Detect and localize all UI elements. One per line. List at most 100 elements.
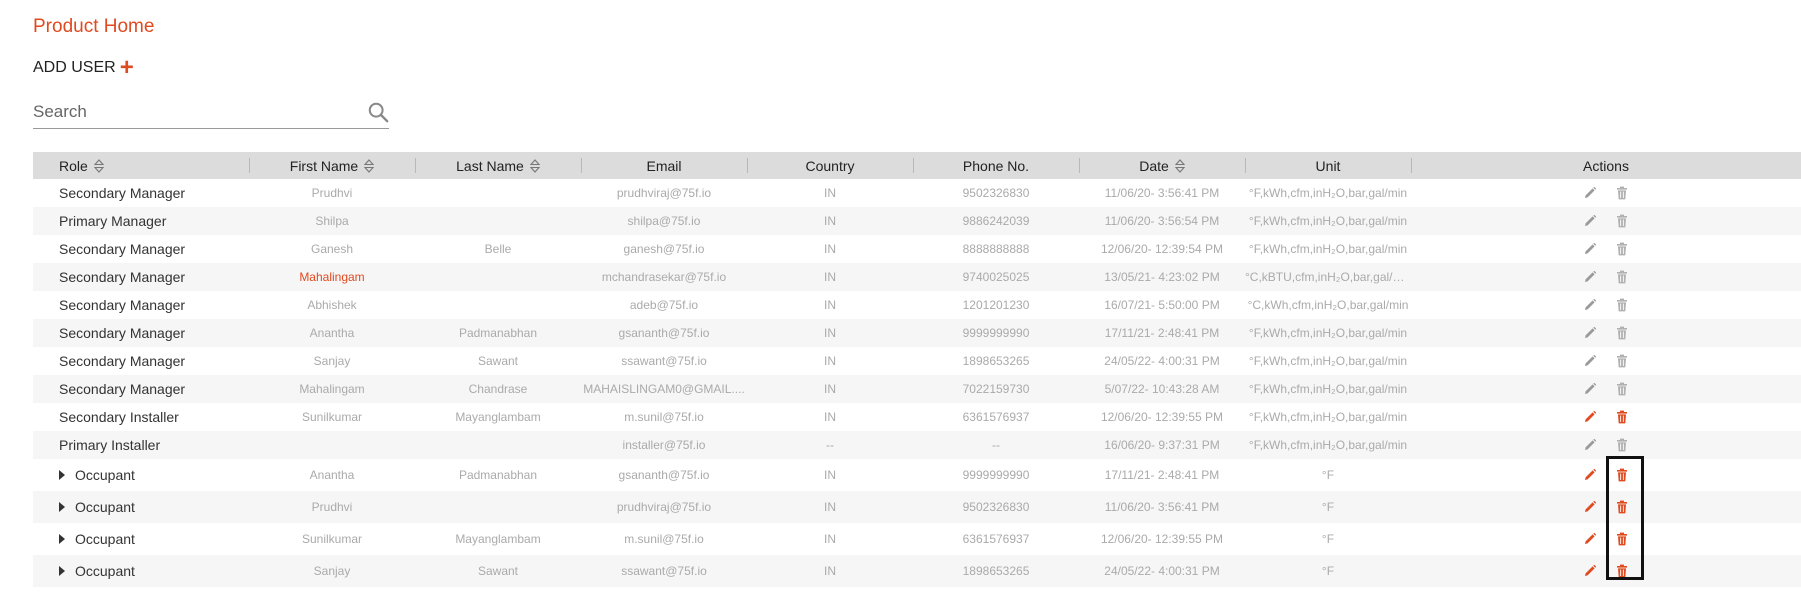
phone-cell: 9886242039 xyxy=(913,207,1079,235)
delete-icon[interactable] xyxy=(1615,326,1629,340)
row-actions xyxy=(1411,438,1801,452)
role-label: Secondary Manager xyxy=(59,325,186,341)
edit-icon[interactable] xyxy=(1583,354,1597,368)
plus-icon: + xyxy=(119,54,134,81)
expand-caret-icon[interactable] xyxy=(59,566,65,577)
role-label: Occupant xyxy=(75,467,135,483)
expand-caret-icon[interactable] xyxy=(59,534,65,545)
delete-icon[interactable] xyxy=(1615,500,1629,514)
role-label: Primary Manager xyxy=(59,213,167,229)
edit-icon[interactable] xyxy=(1583,468,1597,482)
unit-cell: °C,kBTU,cfm,inH₂O,bar,gal/m... xyxy=(1245,263,1411,291)
search-icon[interactable] xyxy=(367,101,389,123)
role-cell: Secondary Manager xyxy=(33,319,249,347)
sort-icon[interactable] xyxy=(364,158,375,173)
table-row[interactable]: Occupant Anantha Padmanabhan gsananth@75f.i… xyxy=(33,459,1801,491)
country-cell: IN xyxy=(747,207,913,235)
edit-icon[interactable] xyxy=(1583,500,1597,514)
first-name-cell: Sunilkumar xyxy=(301,410,363,424)
actions-cell xyxy=(1411,263,1801,291)
delete-icon[interactable] xyxy=(1615,214,1629,228)
row-actions xyxy=(1411,298,1801,312)
sort-icon[interactable] xyxy=(1174,158,1185,173)
edit-icon[interactable] xyxy=(1583,214,1597,228)
edit-icon[interactable] xyxy=(1583,382,1597,396)
email-cell: gsananth@75f.io xyxy=(581,319,747,347)
phone-cell: 9740025025 xyxy=(913,263,1079,291)
delete-icon[interactable] xyxy=(1615,186,1629,200)
sort-icon[interactable] xyxy=(529,158,540,173)
edit-icon[interactable] xyxy=(1583,270,1597,284)
last-name-cell xyxy=(415,179,581,207)
date-cell: 16/07/21- 5:50:00 PM xyxy=(1104,298,1220,312)
first-name-cell: Prudhvi xyxy=(311,186,353,200)
delete-icon[interactable] xyxy=(1615,410,1629,424)
role-cell: Primary Manager xyxy=(33,207,249,235)
role-cell: Occupant xyxy=(33,555,249,587)
sort-icon[interactable] xyxy=(93,158,104,173)
column-header-unit: Unit xyxy=(1245,152,1411,179)
role-cell: Occupant xyxy=(33,459,249,491)
edit-icon[interactable] xyxy=(1583,242,1597,256)
edit-icon[interactable] xyxy=(1583,326,1597,340)
unit-cell: °F xyxy=(1321,468,1335,482)
delete-icon[interactable] xyxy=(1615,532,1629,546)
column-header-first-name[interactable]: First Name xyxy=(249,152,415,179)
phone-cell: 1898653265 xyxy=(913,555,1079,587)
edit-icon[interactable] xyxy=(1583,532,1597,546)
first-name-cell xyxy=(249,431,415,459)
role-cell: Secondary Manager xyxy=(33,375,249,403)
edit-icon[interactable] xyxy=(1583,410,1597,424)
column-header-role[interactable]: Role xyxy=(33,152,249,179)
first-name-cell: Mahalingam xyxy=(249,375,415,403)
table-row: Primary Installer installer@75f.io -- -- 16/… xyxy=(33,431,1801,459)
delete-icon[interactable] xyxy=(1615,564,1629,578)
delete-icon[interactable] xyxy=(1615,438,1629,452)
role-cell: Secondary Manager xyxy=(33,263,249,291)
table-row[interactable]: Occupant Sunilkumar Mayanglambam m.sunil@75… xyxy=(33,523,1801,555)
table-row: Secondary Manager Abhishek adeb@75f.io IN 12… xyxy=(33,291,1801,319)
delete-icon[interactable] xyxy=(1615,468,1629,482)
role-label: Secondary Manager xyxy=(59,297,186,313)
table-row: Secondary Manager Mahalingam mchandrasekar… xyxy=(33,263,1801,291)
edit-icon[interactable] xyxy=(1583,298,1597,312)
last-name-cell xyxy=(415,431,581,459)
add-user-button[interactable]: ADD USER + xyxy=(33,54,134,81)
role-label: Secondary Manager xyxy=(59,381,186,397)
actions-cell xyxy=(1411,403,1801,431)
row-actions xyxy=(1411,500,1801,514)
unit-cell: °F,kWh,cfm,inH₂O,bar,gal/min xyxy=(1245,207,1411,235)
edit-icon[interactable] xyxy=(1583,186,1597,200)
column-header-label: Actions xyxy=(1583,157,1629,174)
edit-icon[interactable] xyxy=(1583,438,1597,452)
first-name-cell: Shilpa xyxy=(249,207,415,235)
column-header-last-name[interactable]: Last Name xyxy=(415,152,581,179)
email-cell: mchandrasekar@75f.io xyxy=(581,263,747,291)
column-header-actions: Actions xyxy=(1411,152,1801,179)
delete-icon[interactable] xyxy=(1615,242,1629,256)
delete-icon[interactable] xyxy=(1615,354,1629,368)
delete-icon[interactable] xyxy=(1615,382,1629,396)
column-header-date[interactable]: Date xyxy=(1079,152,1245,179)
expand-caret-icon[interactable] xyxy=(59,470,65,481)
email-cell: ssawant@75f.io xyxy=(581,555,747,587)
row-actions xyxy=(1411,186,1801,200)
table-row[interactable]: Occupant Prudhvi prudhviraj@75f.io IN 950232… xyxy=(33,491,1801,523)
role-label: Secondary Installer xyxy=(59,409,179,425)
last-name-cell: Belle xyxy=(484,242,512,256)
expand-caret-icon[interactable] xyxy=(59,502,65,513)
delete-icon[interactable] xyxy=(1615,298,1629,312)
table-row[interactable]: Occupant Sanjay Sawant ssawant@75f.io IN 1898… xyxy=(33,555,1801,587)
column-header-label: Last Name xyxy=(456,157,524,174)
unit-cell: °F,kWh,cfm,inH₂O,bar,gal/min xyxy=(1248,354,1408,368)
first-name-cell: Abhishek xyxy=(307,298,357,312)
actions-cell xyxy=(1411,523,1801,555)
last-name-cell xyxy=(415,207,581,235)
search-input[interactable] xyxy=(33,98,353,126)
date-cell: 12/06/20- 12:39:55 PM xyxy=(1100,410,1224,424)
delete-icon[interactable] xyxy=(1615,270,1629,284)
actions-cell xyxy=(1411,459,1801,491)
row-actions xyxy=(1411,354,1801,368)
last-name-cell: Mayanglambam xyxy=(455,532,541,546)
edit-icon[interactable] xyxy=(1583,564,1597,578)
